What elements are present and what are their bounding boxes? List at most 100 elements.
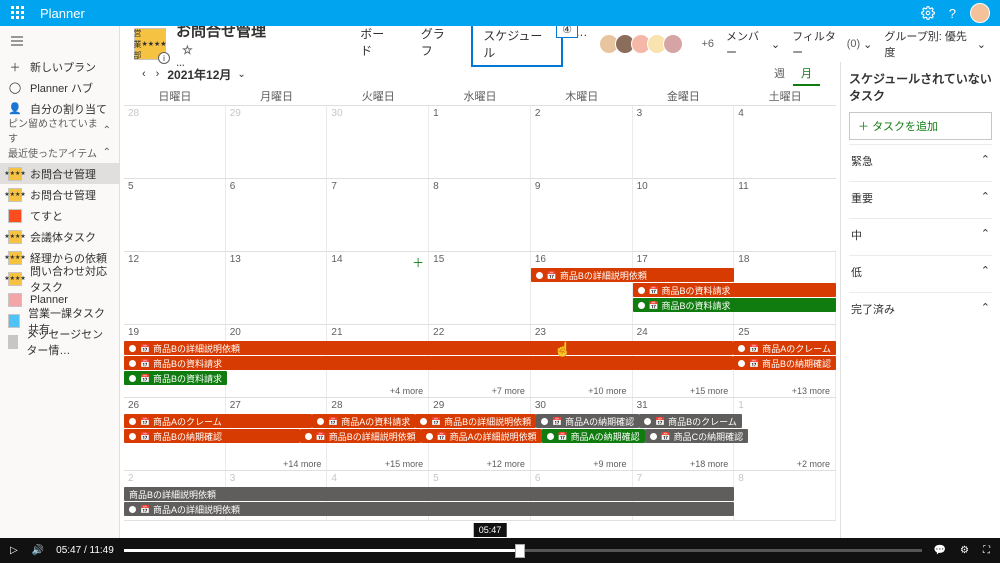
chevron-up-icon: ⌃	[103, 125, 111, 136]
calendar-cell[interactable]: 10	[633, 179, 735, 251]
calendar-cell[interactable]: 4	[734, 106, 836, 178]
tab-board[interactable]: ボード	[350, 26, 405, 67]
task-bar[interactable]: 📅商品Bの詳細説明依頼	[415, 414, 536, 428]
calendar-cell[interactable]: 3	[633, 106, 735, 178]
plan-icon: ★★★★	[8, 272, 22, 286]
task-bar[interactable]: 📅商品Bのクレーム	[639, 414, 742, 428]
task-bar[interactable]: 📅商品Aの納期確認	[542, 429, 645, 443]
task-bar[interactable]: 📅商品Bの資料請求	[124, 356, 733, 370]
more-link[interactable]: +14 more	[226, 459, 328, 469]
info-badge-icon[interactable]: i	[158, 52, 170, 64]
cc-icon[interactable]: 💬	[932, 543, 948, 558]
prev-month-icon[interactable]: ‹	[140, 66, 148, 82]
task-bar[interactable]: 📅商品Bの納期確認	[733, 356, 836, 370]
task-bar[interactable]: 📅商品Aのクレーム	[124, 414, 312, 428]
task-bar[interactable]: 📅商品Bの詳細説明依頼	[300, 429, 421, 443]
tab-schedule[interactable]: スケジュール	[471, 26, 563, 67]
nav-label: お問合せ管理	[30, 166, 96, 182]
seek-knob[interactable]	[515, 544, 525, 558]
group-dropdown[interactable]: グループ別: 優先度⌄	[884, 28, 986, 60]
more-link[interactable]: +12 more	[429, 459, 531, 469]
calendar-cell[interactable]: 29	[226, 106, 328, 178]
waffle-icon[interactable]	[10, 5, 26, 21]
nav-recent-section[interactable]: 最近使ったアイテム⌃	[0, 141, 119, 163]
more-link[interactable]: +9 more	[531, 459, 633, 469]
calendar-cell[interactable]: 28	[124, 106, 226, 178]
more-link[interactable]: +15 more	[327, 459, 429, 469]
nav-item[interactable]: ★★★★お問合せ管理	[0, 184, 119, 205]
calendar-cell[interactable]: 6	[226, 179, 328, 251]
bucket-urgent[interactable]: 緊急⌃	[849, 144, 992, 177]
more-link[interactable]: +13 more	[734, 386, 836, 396]
members-dropdown[interactable]: メンバー⌄	[726, 28, 780, 60]
nav-item[interactable]: ★★★★お問合せ管理	[0, 163, 119, 184]
nav-hub[interactable]: ◯Planner ハブ	[0, 77, 119, 98]
nav-new-plan[interactable]: ＋新しいプラン	[0, 56, 119, 77]
task-bar[interactable]: 📅商品Bの納期確認	[124, 429, 300, 443]
bucket-low[interactable]: 低⌃	[849, 255, 992, 288]
bucket-important[interactable]: 重要⌃	[849, 181, 992, 214]
more-link[interactable]: +7 more	[429, 386, 531, 396]
player-settings-icon[interactable]: ⚙	[958, 543, 971, 558]
more-link[interactable]: +18 more	[633, 459, 735, 469]
plan-icon	[8, 314, 20, 328]
calendar-cell[interactable]: 11	[734, 179, 836, 251]
favorite-icon[interactable]: ☆	[182, 43, 193, 57]
mode-month[interactable]: 月	[793, 62, 820, 86]
filter-dropdown[interactable]: フィルター(0)⌄	[792, 28, 872, 60]
task-bar[interactable]: 📅商品Bの資料請求	[124, 371, 227, 385]
task-bar[interactable]: 📅商品Aの詳細説明依頼	[124, 502, 734, 516]
nav-item[interactable]: ★★★★問い合わせ対応タスク	[0, 268, 119, 289]
nav-item[interactable]: メッセージセンター情…	[0, 331, 119, 352]
task-bar[interactable]: 📅商品Bの資料請求	[633, 283, 836, 297]
add-task-button[interactable]: ＋ タスクを追加	[849, 112, 992, 140]
tab-chart[interactable]: グラフ	[411, 26, 466, 67]
chevron-up-icon: ⌃	[981, 227, 990, 243]
task-bar[interactable]: 📅商品Aのクレーム	[733, 341, 836, 355]
calendar-month[interactable]: 2021年12月	[167, 66, 231, 83]
task-bar[interactable]: 📅商品Aの詳細説明依頼	[421, 429, 542, 443]
task-bar[interactable]: 📅商品Bの資料請求	[633, 298, 836, 312]
nav-pinned-section[interactable]: ピン留めされています⌃	[0, 119, 119, 141]
settings-icon[interactable]	[921, 6, 935, 20]
nav-item[interactable]: てすと	[0, 205, 119, 226]
video-player: ▷ 🔊 05:47 / 11:49 💬 ⚙ ⛶	[0, 538, 1000, 563]
bucket-medium[interactable]: 中⌃	[849, 218, 992, 251]
calendar-cell[interactable]: 9	[531, 179, 633, 251]
calendar-cell[interactable]: 1	[429, 106, 531, 178]
seek-bar[interactable]	[124, 549, 922, 552]
calendar-cell[interactable]: 8	[429, 179, 531, 251]
task-bar[interactable]: 📅商品Bの詳細説明依頼	[531, 268, 734, 282]
more-row: +4 more +7 more +10 more +15 more +13 mo…	[124, 386, 836, 396]
chevron-down-icon: ⌄	[977, 38, 986, 51]
calendar-cell[interactable]: 2	[531, 106, 633, 178]
user-avatar[interactable]	[970, 3, 990, 23]
hamburger-icon[interactable]	[0, 26, 119, 56]
task-bar[interactable]: 商品Bの詳細説明依頼	[124, 487, 734, 501]
task-bar[interactable]: 📅商品Bの詳細説明依頼	[124, 341, 733, 355]
more-link[interactable]: +4 more	[327, 386, 429, 396]
play-icon[interactable]: ▷	[8, 543, 20, 558]
volume-icon[interactable]: 🔊	[30, 543, 46, 558]
calendar-cell[interactable]: 7	[327, 179, 429, 251]
member-avatars[interactable]	[603, 34, 683, 54]
plan-icon: ★★★★	[8, 251, 22, 265]
mode-week[interactable]: 週	[766, 62, 793, 86]
more-link[interactable]: +10 more	[531, 386, 633, 396]
calendar-cell[interactable]: 5	[124, 179, 226, 251]
calendar-icon: 📅	[547, 271, 557, 280]
task-bar[interactable]: 📅商品Aの資料請求	[312, 414, 415, 428]
nav-item[interactable]: ★★★★会議体タスク	[0, 226, 119, 247]
more-link[interactable]: +2 more	[734, 459, 836, 469]
bucket-done[interactable]: 完了済み⌃	[849, 292, 992, 325]
calendar-cell[interactable]: 30	[327, 106, 429, 178]
more-link[interactable]: +15 more	[633, 386, 735, 396]
next-month-icon[interactable]: ›	[154, 66, 162, 82]
player-time: 05:47 / 11:49	[56, 545, 114, 556]
fullscreen-icon[interactable]: ⛶	[981, 543, 992, 558]
task-bar[interactable]: 📅商品Aの納期確認	[536, 414, 639, 428]
task-bar[interactable]: 📅商品Cの納期確認	[645, 429, 748, 443]
help-icon[interactable]: ?	[949, 6, 956, 21]
chevron-up-icon: ⌃	[103, 147, 111, 158]
nav-label: てすと	[30, 208, 63, 224]
